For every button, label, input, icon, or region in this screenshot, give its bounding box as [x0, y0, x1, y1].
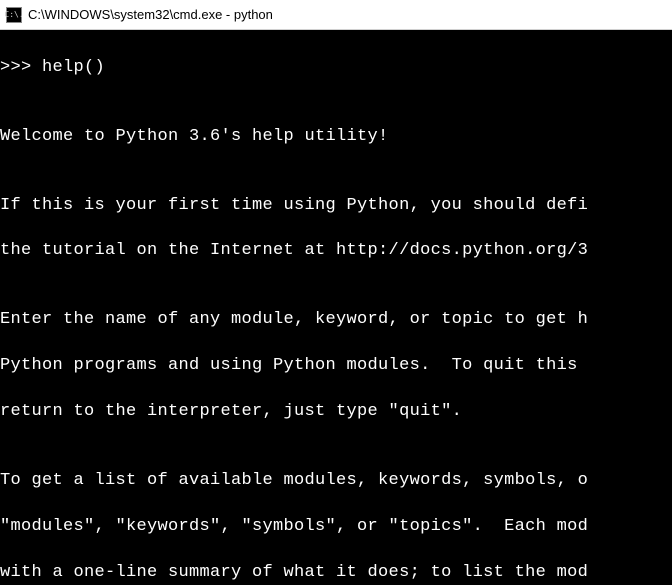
cmd-icon-label: C:\. — [4, 11, 23, 19]
terminal-line: return to the interpreter, just type "qu… — [0, 401, 672, 424]
terminal-line: Enter the name of any module, keyword, o… — [0, 309, 672, 332]
terminal-line: "modules", "keywords", "symbols", or "to… — [0, 516, 672, 539]
title-bar[interactable]: C:\. C:\WINDOWS\system32\cmd.exe - pytho… — [0, 0, 672, 30]
terminal-line: Welcome to Python 3.6's help utility! — [0, 126, 672, 149]
terminal-line: Python programs and using Python modules… — [0, 355, 672, 378]
terminal-line: If this is your first time using Python,… — [0, 195, 672, 218]
terminal-line: >>> help() — [0, 57, 672, 80]
terminal-line: with a one-line summary of what it does;… — [0, 562, 672, 585]
terminal-line: To get a list of available modules, keyw… — [0, 470, 672, 493]
cmd-icon: C:\. — [6, 7, 22, 23]
window-title: C:\WINDOWS\system32\cmd.exe - python — [28, 7, 273, 22]
terminal-output[interactable]: >>> help() Welcome to Python 3.6's help … — [0, 30, 672, 585]
terminal-line: the tutorial on the Internet at http://d… — [0, 240, 672, 263]
